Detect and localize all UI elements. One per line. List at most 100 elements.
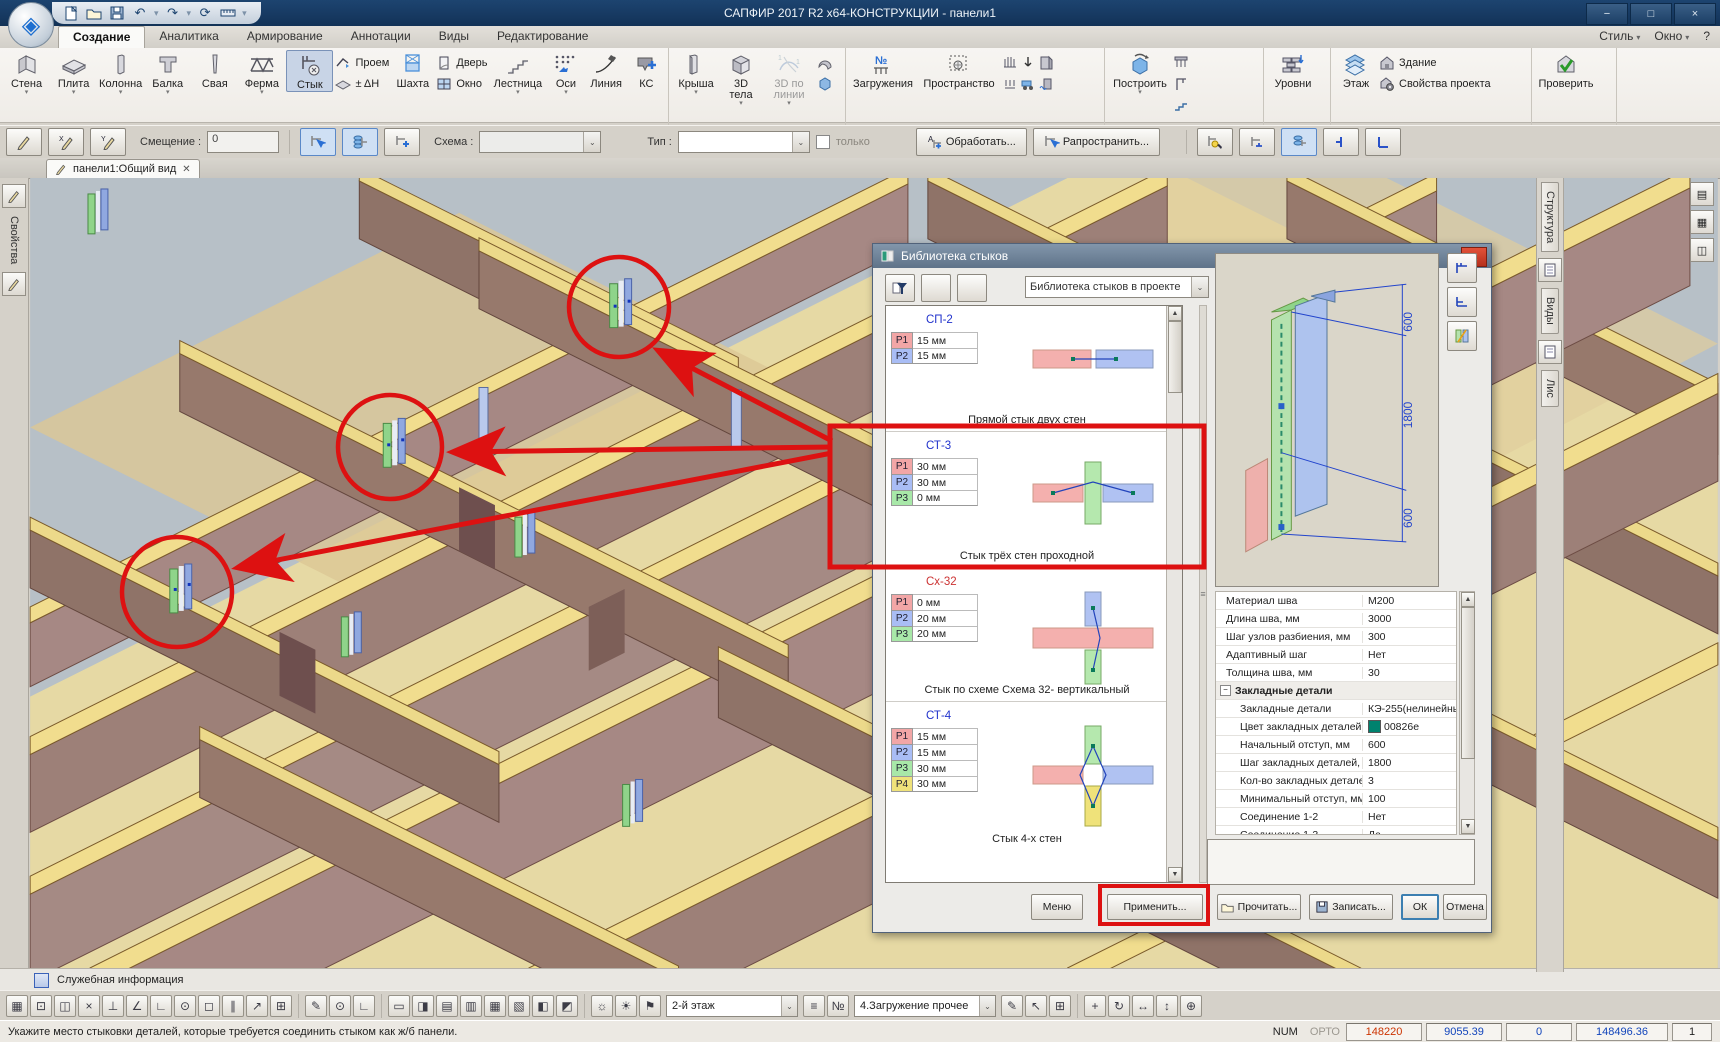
panel-grid-icon[interactable]: ▦ [1690, 210, 1714, 234]
tab-sozdanie[interactable]: Создание [58, 26, 145, 49]
snap-angle-icon[interactable]: ∠ [126, 995, 148, 1017]
levels-button[interactable]: Уровни [1268, 50, 1318, 90]
snap-center-icon[interactable]: ⊙ [174, 995, 196, 1017]
view-halfshade-icon[interactable]: ◨ [412, 995, 434, 1017]
force-arrow-icon[interactable] [1020, 54, 1036, 72]
read-button[interactable]: Прочитать... [1217, 894, 1301, 920]
draw-circle-icon[interactable]: ⊙ [329, 995, 351, 1017]
view-shaded-icon[interactable]: ◧ [532, 995, 554, 1017]
ruler-icon[interactable] [219, 4, 237, 22]
orto-indicator[interactable]: ОРТО [1310, 1026, 1340, 1038]
stairs-auto-icon[interactable] [1173, 96, 1189, 114]
maximize-button[interactable]: □ [1630, 3, 1672, 25]
library-combo[interactable]: Библиотека стыков в проекте⌄ [1025, 276, 1209, 298]
open-file-icon[interactable] [85, 4, 103, 22]
left-tab-properties[interactable]: Свойства [8, 216, 20, 264]
opening-button[interactable]: Проем [335, 54, 389, 72]
joint-stack-icon[interactable] [342, 128, 378, 156]
corner-joint-icon[interactable] [1239, 128, 1275, 156]
only-checkbox[interactable] [816, 135, 830, 149]
minimize-button[interactable]: − [1586, 3, 1628, 25]
column-button[interactable]: Колонна▾ [98, 50, 143, 96]
properties-scrollbar[interactable]: ▲ ▼ [1459, 591, 1475, 835]
joint-preview-3d[interactable]: 600 1800 600 [1215, 253, 1439, 587]
help-icon[interactable]: ? [1703, 29, 1710, 43]
service-info-row[interactable]: Служебная информация [0, 968, 1720, 991]
cylinder-joint-icon[interactable] [1281, 128, 1317, 156]
draw-pencil-icon[interactable]: ✎ [305, 995, 327, 1017]
preview-view2-button[interactable] [1447, 287, 1477, 317]
view-mixed-icon[interactable]: ◩ [556, 995, 578, 1017]
delta-h-button[interactable]: ± ΔН [335, 75, 389, 93]
snap-parallel-icon[interactable]: ∥ [222, 995, 244, 1017]
joint-item-st3[interactable]: СТ-3 P130 мм P230 мм P30 мм Стык трёх ст… [886, 432, 1182, 568]
line-button[interactable]: Линия [586, 50, 627, 90]
joint-add-icon[interactable] [384, 128, 420, 156]
pencil-y-tool-icon[interactable]: Y [90, 128, 126, 156]
crane-icon[interactable] [1173, 75, 1189, 93]
loadcase-combo[interactable]: 4.Загружение прочее⌄ [854, 995, 996, 1017]
filter-button[interactable] [885, 274, 915, 302]
ok-button[interactable]: ОК [1401, 894, 1439, 920]
view-lines-icon[interactable]: ▤ [436, 995, 458, 1017]
loadcases-button[interactable]: №Загружения [850, 50, 916, 90]
snap-endpoint-icon[interactable]: ◻ [198, 995, 220, 1017]
snap-perpendicular-icon[interactable]: ⊥ [102, 995, 124, 1017]
tab-redaktirovanie[interactable]: Редактирование [483, 26, 602, 48]
piles-auto-icon[interactable] [1173, 54, 1189, 72]
highlight-joint-icon[interactable] [1197, 128, 1233, 156]
roof-button[interactable]: Крыша▾ [673, 50, 719, 96]
t-joint-icon[interactable] [1323, 128, 1359, 156]
pile-button[interactable]: Свая [192, 50, 237, 90]
grid-plus-icon[interactable]: ⊞ [1049, 995, 1071, 1017]
undo-icon[interactable]: ↶ [131, 4, 149, 22]
panel-split-icon[interactable]: ◫ [1690, 238, 1714, 262]
tab-armirovanie[interactable]: Армирование [233, 26, 337, 48]
snap-extension-icon[interactable]: ↗ [246, 995, 268, 1017]
preview-view3-button[interactable] [1447, 321, 1477, 351]
window-button[interactable]: Окно [436, 75, 487, 93]
joint-item-sx32[interactable]: Сх-32 P10 мм P220 мм P320 мм Стык по схе… [886, 568, 1182, 702]
project-properties-button[interactable]: Свойства проекта [1379, 75, 1491, 93]
vehicle-load-icon[interactable] [1020, 75, 1036, 93]
flag-icon[interactable]: ⚑ [639, 995, 661, 1017]
group-load-icon[interactable] [1002, 54, 1018, 72]
offset-input[interactable]: 0 [207, 131, 279, 153]
list-scrollbar[interactable]: ▲ ▼ [1166, 306, 1182, 882]
floor-combo[interactable]: 2-й этаж⌄ [666, 995, 798, 1017]
snap-midpoint-icon[interactable]: ◫ [54, 995, 76, 1017]
redo-icon[interactable]: ↷ [164, 4, 182, 22]
wall-button[interactable]: Стена▾ [4, 50, 49, 96]
pan-vertical-icon[interactable]: ↕ [1156, 995, 1178, 1017]
line-load-icon[interactable] [1002, 75, 1018, 93]
view-columns-icon[interactable]: ▥ [460, 995, 482, 1017]
light-sun-icon[interactable]: ☀ [615, 995, 637, 1017]
add-icon[interactable]: + [1084, 995, 1106, 1017]
view-grid-icon[interactable]: ▦ [484, 995, 506, 1017]
door-button[interactable]: Дверь [436, 54, 487, 72]
view-wireframe-icon[interactable]: ▭ [388, 995, 410, 1017]
pencil-tool-icon[interactable] [6, 128, 42, 156]
select-cursor-icon[interactable]: ↖ [1025, 995, 1047, 1017]
tab-vidy[interactable]: Виды [425, 26, 483, 48]
dialog-splitter[interactable]: ≡ [1199, 305, 1207, 883]
write-button[interactable]: Записать... [1309, 894, 1393, 920]
properties-pencil2-icon[interactable] [2, 272, 26, 296]
tab-annotacii[interactable]: Аннотации [337, 26, 425, 48]
truss-button[interactable]: Ферма▾ [239, 50, 284, 96]
views-doc-icon[interactable] [1538, 340, 1562, 364]
pan-horizontal-icon[interactable]: ↔ [1132, 995, 1154, 1017]
style-menu[interactable]: Стиль▾ [1599, 29, 1640, 43]
edit-mode-icon[interactable]: ✎ [1001, 995, 1023, 1017]
redo-dropdown-icon[interactable]: ▾ [187, 8, 192, 19]
preview-view1-button[interactable] [1447, 253, 1477, 283]
draw-corner-icon[interactable]: ∟ [353, 995, 375, 1017]
joint-item-sp2[interactable]: СП-2 P115 мм P215 мм Прямой стык двух ст… [886, 306, 1182, 432]
document-tab[interactable]: панели1:Общий вид ✕ [46, 159, 200, 178]
close-button[interactable]: × [1674, 3, 1716, 25]
spread-button[interactable]: Рапространить... [1033, 128, 1160, 156]
dynamic-load-icon[interactable] [1038, 75, 1054, 93]
horizontal-joints-button[interactable] [957, 274, 987, 302]
slab-button[interactable]: Плита▾ [51, 50, 96, 96]
snap-node-icon[interactable]: ⊡ [30, 995, 52, 1017]
